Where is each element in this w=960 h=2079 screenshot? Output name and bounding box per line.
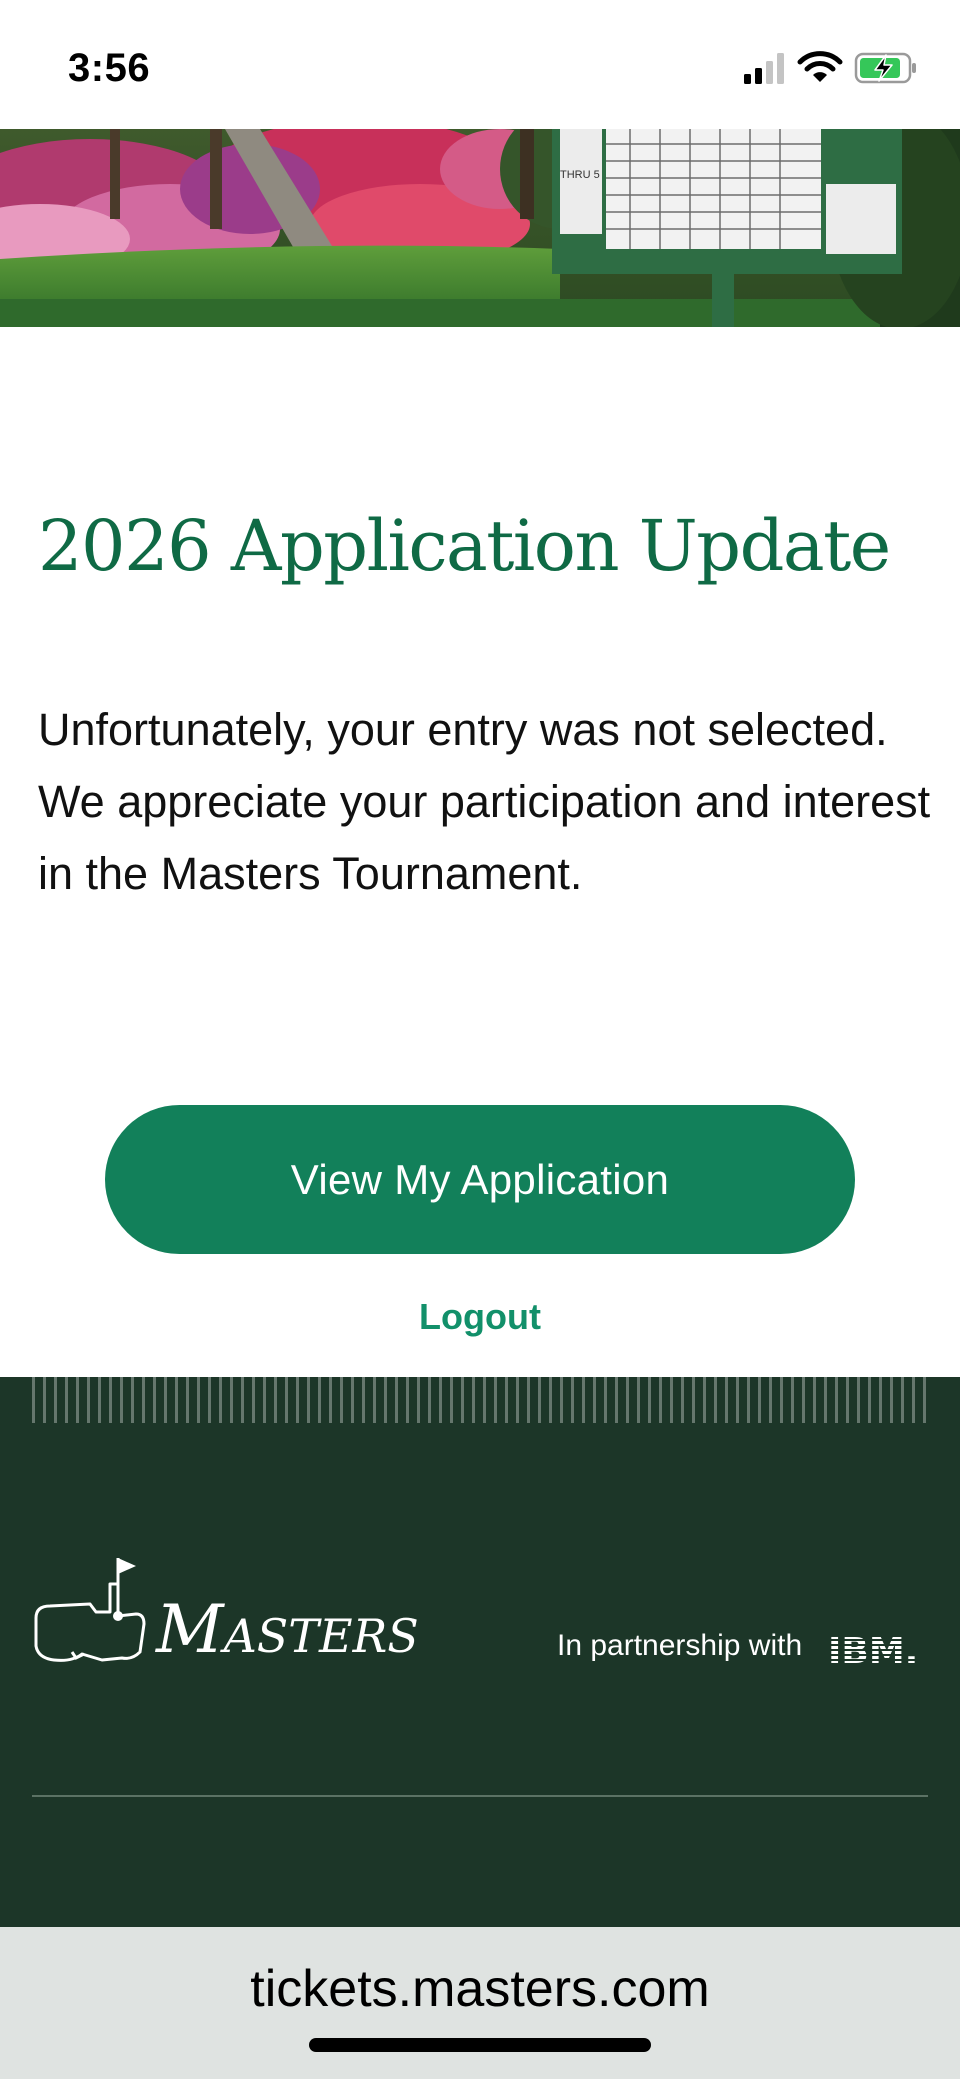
- scoreboard-label: THRU 5: [560, 169, 600, 181]
- cellular-signal-icon: [744, 53, 784, 84]
- wifi-icon: [797, 51, 843, 82]
- view-my-application-button[interactable]: View My Application: [105, 1105, 855, 1254]
- footer: Masters In partnership with IBM.: [0, 1377, 960, 1927]
- status-icons: [744, 51, 916, 84]
- url-text[interactable]: tickets.masters.com: [0, 1959, 960, 2019]
- footer-stripe-pattern: [32, 1377, 928, 1423]
- status-bar: 3:56: [0, 0, 960, 129]
- result-message: Unfortunately, your entry was not select…: [38, 704, 931, 899]
- home-indicator[interactable]: [309, 2038, 651, 2052]
- masters-logo[interactable]: Masters: [32, 1554, 492, 1674]
- logout-link[interactable]: Logout: [0, 1296, 960, 1338]
- hero-image: THRU 5: [0, 129, 960, 327]
- page-title: 2026 Application Update: [38, 505, 891, 587]
- augusta-map-icon: [34, 1558, 146, 1662]
- status-time: 3:56: [68, 46, 151, 90]
- footer-divider: [32, 1795, 928, 1797]
- ibm-logo: IBM.: [828, 1631, 918, 1671]
- battery-charging-icon: [854, 52, 916, 84]
- masters-wordmark: Masters: [155, 1591, 419, 1668]
- ibm-wordmark: IBM.: [828, 1631, 918, 1671]
- hero-illustration: THRU 5: [0, 129, 960, 327]
- browser-url-bar[interactable]: tickets.masters.com: [0, 1927, 960, 2079]
- partnership-text: In partnership with: [557, 1629, 803, 1662]
